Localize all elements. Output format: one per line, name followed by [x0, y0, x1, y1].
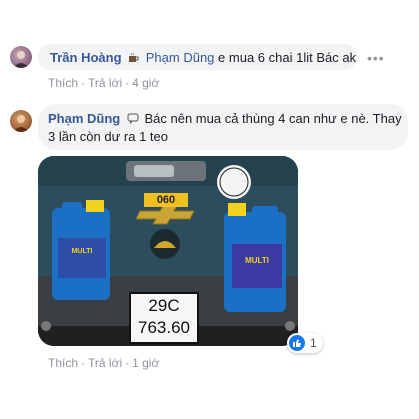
comment-author[interactable]: Phạm Dũng: [48, 111, 120, 126]
comment-actions-2: Thích · Trả lời · 1 giờ: [48, 356, 160, 370]
avatar-pham-dung[interactable]: [10, 110, 32, 132]
comment-bubble-1: Trần Hoàng Phạm Dũng e mua 6 chai 1lit B…: [38, 44, 358, 70]
reply-link[interactable]: Trả lời: [88, 356, 122, 370]
like-thumb-icon: [289, 335, 305, 351]
comment-actions-1: Thích · Trả lời · 4 giờ: [48, 76, 160, 90]
badge-number: 060: [156, 194, 176, 206]
reaction-count: 1: [310, 336, 317, 350]
license-plate-line1: 29C: [148, 296, 180, 315]
license-plate-line2: 763.60: [138, 318, 190, 337]
comment-text-line1: Bác nên mua cả thùng 4 can như e nè. Tha…: [144, 111, 402, 126]
comment-author[interactable]: Trần Hoàng: [50, 50, 122, 65]
right-bottle-label: MULTI: [245, 256, 269, 265]
comment-text: e mua 6 chai 1lit Bác ak: [218, 50, 357, 65]
comment-photo[interactable]: 060 29C 763.60 MULTI MULTI: [38, 156, 298, 346]
coffee-emoji-icon: [128, 50, 140, 62]
more-options-icon[interactable]: •••: [367, 50, 385, 66]
comment-mention[interactable]: Phạm Dũng: [146, 50, 215, 65]
left-bottle-label: MULTI: [71, 248, 93, 255]
avatar-tran-hoang[interactable]: [10, 46, 32, 68]
like-link[interactable]: Thích: [48, 356, 78, 370]
comment-time[interactable]: 1 giờ: [132, 356, 159, 370]
speech-emoji-icon: [127, 111, 139, 124]
comment-text-line2: 3 lần còn dư ra 1 teo: [48, 129, 169, 144]
reaction-summary[interactable]: 1: [287, 333, 323, 353]
like-link[interactable]: Thích: [48, 76, 78, 90]
reply-link[interactable]: Trả lời: [88, 76, 122, 90]
comment-bubble-2: Phạm Dũng Bác nên mua cả thùng 4 can như…: [38, 104, 408, 150]
comment-time[interactable]: 4 giờ: [132, 76, 159, 90]
